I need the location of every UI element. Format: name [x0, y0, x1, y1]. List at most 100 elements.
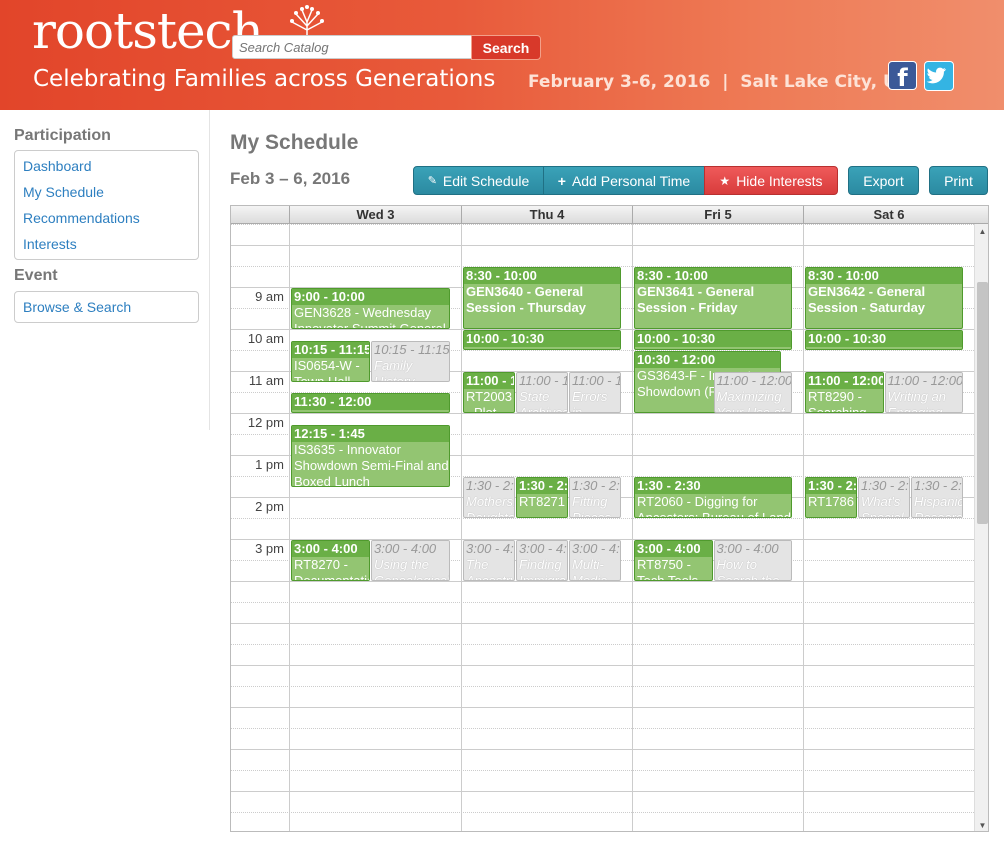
session-title: State Archives & Libraries — [519, 389, 568, 413]
session-title: RT2003 - Plot, Plan, Scheme & Storyboard — [466, 389, 513, 413]
scheduled-session-block[interactable]: 10:00 - 10:30EXPO-Fri - Expo Hall Friday… — [634, 330, 792, 350]
interest-session-block[interactable]: 1:30 - 2:30Hispanic Research Methods — [911, 477, 963, 518]
scheduled-session-block[interactable]: 10:00 - 10:30EXPO-Sat - Expo Hall Saturd… — [805, 330, 963, 350]
interest-session-block[interactable]: 3:00 - 4:00Multi-Media — [569, 540, 621, 581]
session-title: Fitting Pieces Together: Many — [572, 494, 612, 518]
scroll-down-arrow-icon[interactable]: ▼ — [975, 818, 988, 831]
session-time: 11:00 - 12:00 — [464, 373, 514, 389]
session-title: RT8290 - Searching for Missing and Scarc… — [808, 389, 867, 413]
edit-schedule-button[interactable]: ✎ Edit Schedule — [413, 166, 544, 195]
scheduled-session-block[interactable]: 1:30 - 2:30RT8271 - Inferential Genealog… — [516, 477, 568, 518]
scheduled-session-block[interactable]: 9:00 - 10:00 GEN3628 - Wednesday Innovato… — [291, 288, 450, 329]
pencil-icon: ✎ — [427, 175, 437, 187]
scheduled-session-block[interactable]: 3:00 - 4:00RT8270 - Documentation — [291, 540, 370, 581]
scheduled-session-block[interactable]: 8:30 - 10:00 GEN3642 - General Session - … — [805, 267, 963, 329]
session-time: 1:30 - 2:30 — [859, 478, 909, 494]
day-header-sat: Sat 6 — [803, 206, 974, 223]
interest-session-block[interactable]: 3:00 - 4:00The Ancestry Open-Door — [463, 540, 515, 581]
edit-schedule-label: Edit Schedule — [442, 172, 530, 189]
search-button[interactable]: Search — [471, 35, 541, 60]
session-title: Hispanic Research Methods — [914, 494, 963, 518]
time-slot-line — [231, 665, 974, 666]
time-label: 11 am — [248, 373, 284, 388]
scroll-up-arrow-icon[interactable]: ▲ — [975, 224, 988, 239]
sidebar-item-dashboard[interactable]: Dashboard — [15, 153, 198, 179]
session-title: RT1786 - Managing Your Digital Research — [808, 494, 855, 518]
interest-session-block[interactable]: 11:00 - 12:00Writing an Engaging Family … — [884, 372, 963, 413]
sidebar-item-interests[interactable]: Interests — [15, 231, 198, 257]
session-title: RT8750 - Tech Tools for Land — [637, 557, 699, 581]
session-time: 10:15 - 11:15 — [292, 341, 370, 358]
sidebar-item-my-schedule[interactable]: My Schedule — [15, 179, 198, 205]
rootstech-logo[interactable]: rootstech — [32, 2, 264, 60]
scheduled-session-block[interactable]: 8:30 - 10:00 GEN3641 - General Session - … — [634, 267, 792, 329]
session-time: 10:30 - 12:00 — [635, 352, 780, 368]
interest-session-block[interactable]: 3:00 - 4:00 Using the Genealogical — [371, 540, 450, 581]
interest-session-block[interactable]: 11:00 - 12:00Errors in Original Records — [569, 372, 621, 413]
scheduled-session-block[interactable]: 12:15 - 1:45 IS3635 - Innovator Showdown … — [291, 424, 450, 487]
interest-session-block[interactable]: 1:30 - 2:30What's Special About US — [858, 477, 910, 518]
export-button[interactable]: Export — [848, 166, 919, 195]
session-time: 3:00 - 4:00 — [635, 541, 712, 557]
session-title: Finding Immigrant — [519, 557, 567, 581]
scheduled-session-block[interactable]: 10:00 - 10:30EXPO-Thur - Expo Hall Thurs… — [463, 330, 621, 350]
facebook-icon[interactable]: f — [888, 61, 917, 92]
twitter-icon[interactable] — [924, 61, 954, 91]
scheduled-session-block[interactable]: 1:30 - 2:30 RT2060 - Digging for Ancestor… — [634, 477, 792, 518]
scheduled-session-block[interactable]: 11:30 - 12:00IS2557 - DIY Small Business… — [291, 393, 450, 413]
interest-session-block[interactable]: 3:00 - 4:00Finding Immigrant — [516, 540, 568, 581]
scheduled-session-block[interactable]: 3:00 - 4:00RT8750 - Tech Tools for Land — [634, 540, 713, 581]
interest-session-block[interactable]: 3:00 - 4:00 How to Search the — [713, 540, 792, 581]
hide-interests-label: Hide Interests — [736, 172, 823, 189]
interest-session-block[interactable]: 1:30 - 2:30Mothers, Daughters, Wives: Tr… — [463, 477, 515, 518]
time-slot-line — [231, 707, 974, 708]
session-time: 3:00 - 4:00 — [372, 541, 449, 557]
session-time: 1:30 - 2:30 — [635, 478, 791, 494]
session-title: EXPO-Sat - Expo Hall Saturday Hours 10:0… — [806, 347, 962, 349]
day-column-divider — [461, 224, 462, 831]
scheduled-session-block[interactable]: 10:15 - 11:15IS0654-W - Town Hall with F… — [291, 340, 370, 382]
time-label: 12 pm — [247, 415, 284, 430]
day-column-divider — [289, 224, 290, 831]
interest-session-block[interactable]: 11:00 - 12:00State Archives & Libraries — [516, 372, 568, 413]
scheduled-session-block[interactable]: 11:00 - 12:00RT2003 - Plot, Plan, Scheme… — [463, 372, 515, 413]
session-title: GEN3628 - Wednesday Innovator Summit Gen… — [294, 305, 446, 329]
scheduled-session-block[interactable]: 8:30 - 10:00 GEN3640 - General Session - … — [463, 267, 621, 329]
add-personal-time-button[interactable]: + Add Personal Time — [543, 166, 705, 195]
session-time: 11:30 - 12:00 — [292, 394, 449, 410]
hide-interests-button[interactable]: ★ Hide Interests — [704, 166, 838, 195]
sidebar: Participation Dashboard My Schedule Reco… — [0, 110, 210, 845]
event-heading: Event — [14, 267, 58, 284]
session-time: 8:30 - 10:00 — [806, 268, 962, 284]
time-slot-line — [231, 644, 974, 645]
time-label: 10 am — [247, 331, 284, 346]
interest-session-block[interactable]: 11:00 - 12:00Maximizing Your Use of Evid… — [713, 372, 792, 413]
time-slot-line — [231, 602, 974, 603]
session-title: RT8271 - Inferential Genealogy — [519, 494, 566, 518]
interest-session-block[interactable]: 10:15 - 11:15Family History Technology W… — [371, 340, 450, 382]
sidebar-item-recommendations[interactable]: Recommendations — [15, 205, 198, 231]
calendar-scrollbar[interactable]: ▲ ▼ — [974, 224, 988, 831]
scheduled-session-block[interactable]: 1:30 - 2:30RT1786 - Managing Your Digita… — [805, 477, 857, 518]
session-time: 9:00 - 10:00 — [292, 289, 449, 305]
print-button[interactable]: Print — [929, 166, 988, 195]
session-time: 1:30 - 2:30 — [464, 478, 514, 494]
session-time: 11:00 - 12:00 — [885, 373, 963, 389]
event-date-location: February 3-6, 2016 | Salt Lake City, UT — [528, 72, 909, 92]
session-time: 11:00 - 12:00 — [714, 373, 792, 389]
scheduled-session-block[interactable]: 11:00 - 12:00RT8290 - Searching for Miss… — [805, 372, 884, 413]
session-time: 1:30 - 2:30 — [806, 478, 857, 494]
sidebar-item-browse-search[interactable]: Browse & Search — [15, 294, 198, 320]
calendar-grid[interactable]: 9 am 10 am 11 am 12 pm 1 pm 2 pm 3 pm 9:00 - 10… — [231, 224, 988, 831]
session-title: GEN3642 - General Session - Saturday — [808, 284, 926, 315]
participation-heading: Participation — [14, 127, 111, 144]
scroll-thumb[interactable] — [977, 282, 988, 524]
search-input[interactable] — [232, 35, 472, 59]
session-time: 11:00 - 12:00 — [570, 373, 620, 389]
calendar-day-header: Wed 3 Thu 4 Fri 5 Sat 6 — [231, 206, 988, 224]
day-column-divider — [632, 224, 633, 831]
interest-session-block[interactable]: 1:30 - 2:30Fitting Pieces Together: Many — [569, 477, 621, 518]
session-title: RT8270 - Documentation — [294, 557, 369, 581]
session-title: IS2557 - DIY Small Business Guerrilla — [292, 410, 449, 412]
time-slot-line — [231, 581, 974, 582]
